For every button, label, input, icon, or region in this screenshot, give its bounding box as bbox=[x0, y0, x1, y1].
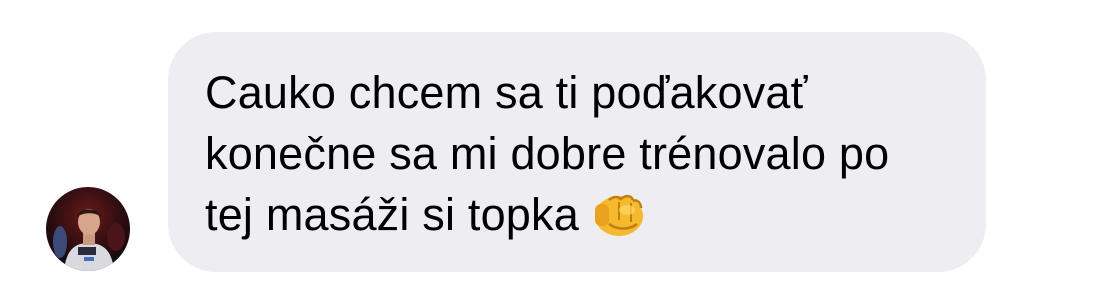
message-line: konečne sa mi dobre trénovalo po bbox=[205, 128, 890, 179]
message-text: Cauko chcem sa ti poďakovať konečne sa m… bbox=[205, 62, 975, 253]
message-line-last: tej masáži si topka bbox=[205, 184, 975, 253]
fist-bump-emoji-icon bbox=[589, 190, 645, 253]
chat-thread: Cauko chcem sa ti poďakovať konečne sa m… bbox=[0, 0, 1111, 288]
avatar[interactable] bbox=[46, 187, 130, 271]
user-avatar-icon bbox=[46, 187, 130, 271]
message-line: Cauko chcem sa ti poďakovať bbox=[205, 67, 808, 118]
message-line-text: tej masáži si topka bbox=[205, 189, 579, 240]
